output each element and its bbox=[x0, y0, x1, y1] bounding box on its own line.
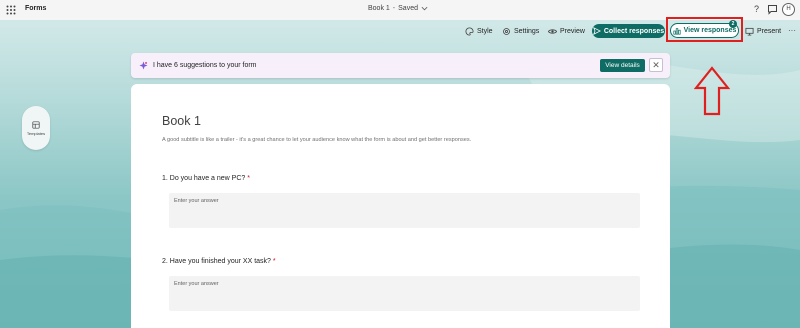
chevron-down-icon bbox=[421, 6, 428, 11]
chat-icon[interactable] bbox=[767, 4, 778, 15]
document-title: Book 1 bbox=[368, 5, 390, 12]
more-icon[interactable]: ··· bbox=[788, 26, 796, 35]
required-mark: * bbox=[247, 175, 250, 182]
title-separator: - bbox=[392, 5, 396, 12]
style-label: Style bbox=[477, 27, 493, 35]
preview-icon bbox=[548, 28, 557, 34]
suggestions-text: I have 6 suggestions to your form bbox=[153, 62, 257, 69]
question-1-text: 1. Do you have a new PC? bbox=[162, 175, 246, 182]
annotation-highlight-box bbox=[666, 17, 743, 42]
collect-responses-button[interactable]: Collect responses bbox=[592, 24, 665, 38]
answer-placeholder: Enter your answer bbox=[174, 198, 219, 204]
settings-icon bbox=[503, 27, 510, 35]
templates-button[interactable]: Templates bbox=[22, 106, 50, 150]
form-title[interactable]: Book 1 bbox=[162, 114, 201, 128]
templates-label: Templates bbox=[26, 130, 46, 136]
preview-label: Preview bbox=[560, 27, 585, 35]
sparkle-icon bbox=[139, 61, 148, 70]
suggestions-bar: I have 6 suggestions to your form View d… bbox=[131, 53, 670, 78]
present-icon bbox=[745, 27, 754, 36]
send-icon bbox=[592, 27, 601, 35]
form-subtitle[interactable]: A good subtitle is like a trailer - it's… bbox=[162, 137, 471, 143]
present-label: Present bbox=[757, 27, 782, 35]
arrow-up-icon bbox=[694, 66, 730, 116]
view-details-button[interactable]: View details bbox=[600, 59, 645, 72]
style-icon bbox=[465, 26, 474, 36]
preview-button[interactable]: Preview bbox=[548, 25, 585, 37]
help-icon[interactable]: ? bbox=[751, 4, 762, 15]
question-1-label[interactable]: 1. Do you have a new PC? * bbox=[162, 175, 250, 182]
settings-button[interactable]: Settings bbox=[502, 25, 539, 37]
answer-placeholder: Enter your answer bbox=[174, 281, 219, 287]
question-2-label[interactable]: 2. Have you finished your XX task? * bbox=[162, 258, 276, 265]
present-button[interactable]: Present bbox=[745, 25, 781, 37]
question-2-answer-field[interactable]: Enter your answer bbox=[169, 276, 640, 311]
templates-icon bbox=[32, 120, 40, 129]
app-name[interactable]: Forms bbox=[25, 5, 46, 12]
avatar[interactable]: H bbox=[782, 3, 795, 16]
close-icon[interactable]: ✕ bbox=[649, 58, 663, 72]
collect-responses-label: Collect responses bbox=[603, 27, 665, 35]
document-title-menu[interactable]: Book 1 - Saved bbox=[368, 5, 428, 12]
style-button[interactable]: Style bbox=[465, 25, 493, 37]
form-card: Book 1 A good subtitle is like a trailer… bbox=[131, 84, 670, 328]
required-mark: * bbox=[272, 258, 276, 265]
save-status: Saved bbox=[398, 5, 418, 12]
question-1-answer-field[interactable]: Enter your answer bbox=[169, 193, 640, 228]
question-2-text: 2. Have you finished your XX task? bbox=[162, 258, 271, 265]
settings-label: Settings bbox=[514, 27, 540, 35]
waffle-icon[interactable] bbox=[6, 5, 16, 15]
